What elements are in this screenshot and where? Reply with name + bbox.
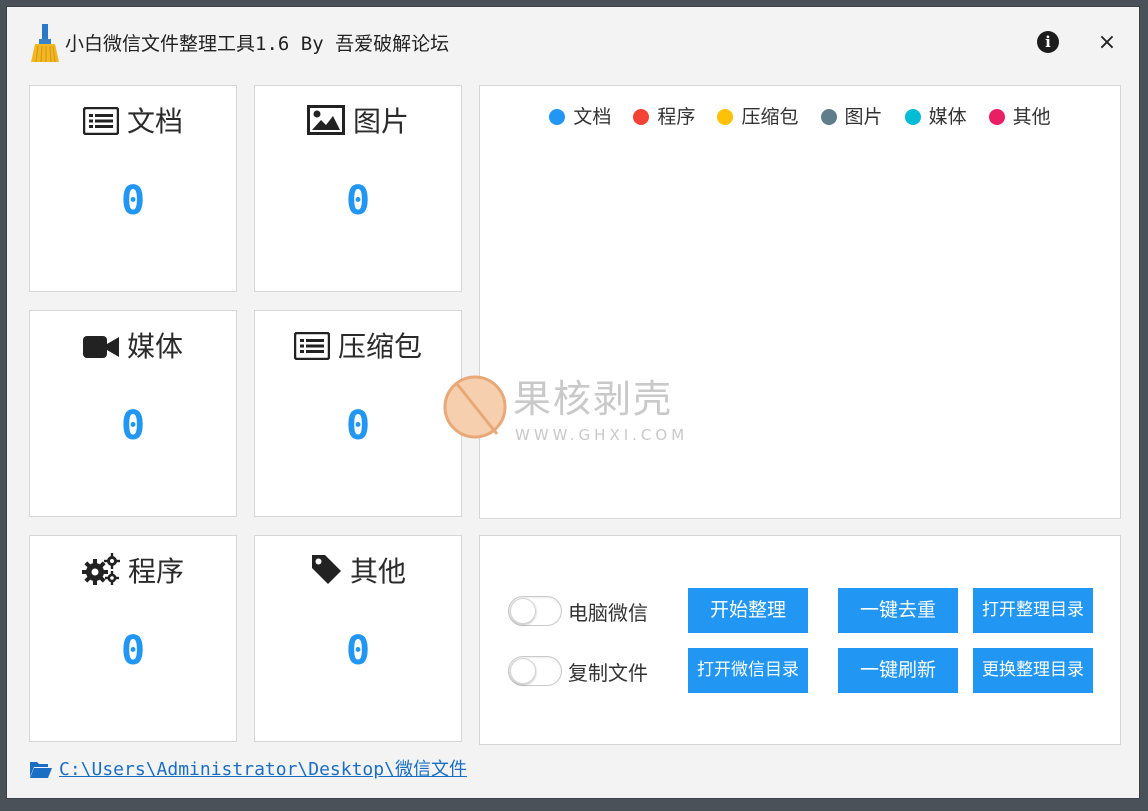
open-wechat-dir-button[interactable]: 打开微信目录 <box>688 648 808 693</box>
legend-label: 媒体 <box>928 106 967 128</box>
legend-dot <box>820 109 837 125</box>
card-count: 0 <box>345 403 371 449</box>
legend-label: 图片 <box>844 106 883 128</box>
legend-label: 其他 <box>1012 106 1051 128</box>
card-count: 0 <box>120 403 146 449</box>
card-header: 媒体 <box>30 325 236 365</box>
start-sort-button[interactable]: 开始整理 <box>688 588 808 633</box>
card-count: 0 <box>345 178 371 224</box>
title-bar: 小白微信文件整理工具1.6 By 吾爱破解论坛 i × <box>7 7 1139 77</box>
card-header: 文档 <box>30 100 236 140</box>
card-programs: 程序 0 <box>29 535 237 742</box>
legend-item-media[interactable]: 媒体 <box>904 102 967 129</box>
watermark-logo: 果核剥壳 WWW.GHXI.COM <box>443 375 688 444</box>
archive-list-icon <box>293 331 331 361</box>
card-count: 0 <box>120 178 146 224</box>
legend-item-programs[interactable]: 程序 <box>633 102 695 129</box>
video-camera-icon <box>82 336 119 358</box>
image-icon <box>306 105 345 135</box>
document-list-icon <box>82 106 120 136</box>
output-path-link[interactable]: C:\Users\Administrator\Desktop\微信文件 <box>59 759 467 780</box>
close-button[interactable]: × <box>1097 32 1117 54</box>
legend-dot <box>904 109 921 125</box>
watermark-name: 果核剥壳 <box>513 377 673 421</box>
legend-label: 程序 <box>657 106 696 128</box>
toggle-knob <box>510 598 536 624</box>
card-header: 其他 <box>255 550 461 590</box>
legend-item-archives[interactable]: 压缩包 <box>717 102 798 129</box>
card-label: 文档 <box>126 105 183 138</box>
card-documents: 文档 0 <box>29 85 237 292</box>
legend-item-images[interactable]: 图片 <box>820 102 883 129</box>
legend-item-others[interactable]: 其他 <box>988 102 1051 129</box>
pc-wechat-label: 电脑微信 <box>568 601 648 625</box>
card-media: 媒体 0 <box>29 310 237 517</box>
card-label: 媒体 <box>126 330 183 363</box>
chart-panel: 文档 程序 压缩包 图片 媒体 其他 <box>479 85 1121 519</box>
card-count: 0 <box>120 628 146 674</box>
legend-dot <box>988 109 1005 125</box>
card-header: 程序 <box>30 550 236 590</box>
control-panel: 电脑微信 复制文件 开始整理 一键去重 打开整理目录 打开微信目录 一键刷新 更… <box>479 535 1121 745</box>
card-label: 程序 <box>127 555 184 588</box>
change-sorted-dir-button[interactable]: 更换整理目录 <box>973 648 1093 693</box>
legend-dot <box>549 109 566 125</box>
info-button[interactable]: i <box>1037 31 1059 53</box>
legend-item-documents[interactable]: 文档 <box>549 102 611 129</box>
tag-icon <box>311 555 341 584</box>
card-label: 其他 <box>349 555 406 588</box>
refresh-button[interactable]: 一键刷新 <box>838 648 958 693</box>
card-header: 图片 <box>255 100 461 140</box>
broom-icon <box>31 24 59 62</box>
dedupe-button[interactable]: 一键去重 <box>838 588 958 633</box>
card-label: 压缩包 <box>337 330 422 363</box>
card-count: 0 <box>345 628 371 674</box>
window-title: 小白微信文件整理工具1.6 By 吾爱破解论坛 <box>65 33 450 55</box>
copy-files-toggle[interactable] <box>508 656 562 686</box>
card-images: 图片 0 <box>254 85 462 292</box>
card-others: 其他 0 <box>254 535 462 742</box>
chart-legend: 文档 程序 压缩包 图片 媒体 其他 <box>480 102 1120 129</box>
path-bar: C:\Users\Administrator\Desktop\微信文件 <box>29 755 467 780</box>
toggle-knob <box>510 658 536 684</box>
app-window: 小白微信文件整理工具1.6 By 吾爱破解论坛 i × 文档 0 图片 0 媒体… <box>6 6 1140 799</box>
card-label: 图片 <box>352 105 409 138</box>
legend-label: 文档 <box>573 106 612 128</box>
open-sorted-dir-button[interactable]: 打开整理目录 <box>973 588 1093 633</box>
pc-wechat-toggle[interactable] <box>508 596 562 626</box>
copy-files-label: 复制文件 <box>568 661 648 685</box>
gears-icon <box>81 553 120 585</box>
legend-label: 压缩包 <box>741 106 799 128</box>
watermark-url: WWW.GHXI.COM <box>515 426 688 444</box>
card-archives: 压缩包 0 <box>254 310 462 517</box>
legend-dot <box>717 109 734 125</box>
card-header: 压缩包 <box>255 325 461 365</box>
legend-dot <box>633 109 650 125</box>
folder-open-icon <box>30 762 52 778</box>
